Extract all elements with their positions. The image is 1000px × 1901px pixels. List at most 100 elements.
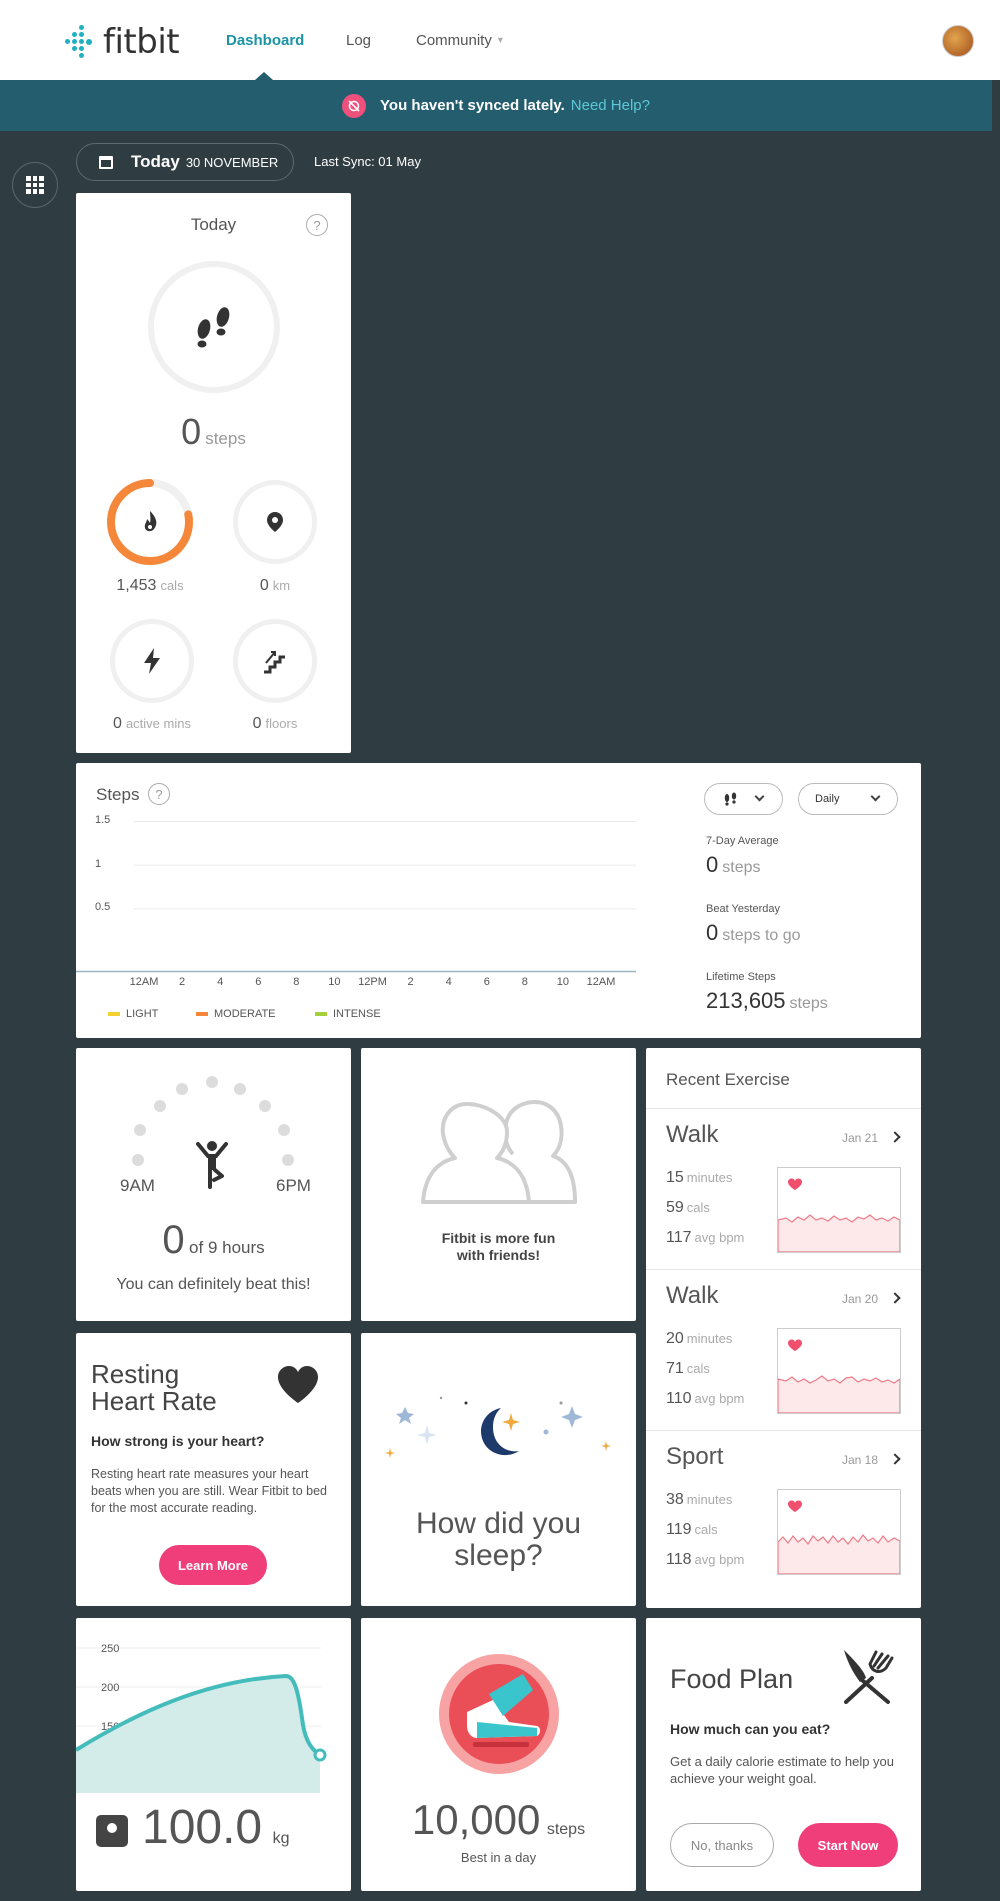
seven-day-average-label: 7-Day Average [706,835,779,847]
food-plan-subtitle: How much can you eat? [670,1721,831,1737]
exercise-item[interactable]: Walk Jan 20 20 minutes 71 cals 110 avg bpm [646,1269,921,1430]
calendar-icon [99,155,113,169]
legend-moderate-swatch [196,1012,208,1016]
beat-yesterday: 0 steps to go [706,920,801,946]
chevron-down-icon: ▾ [497,34,503,46]
start-now-button[interactable]: Start Now [798,1823,898,1867]
x-tick-label: 8 [521,976,528,988]
location-pin-icon [267,512,283,532]
lifetime-steps: 213,605 steps [706,988,828,1014]
tiles-menu-button[interactable] [12,162,58,208]
flame-icon [144,511,157,532]
heart-rate-graph[interactable] [777,1328,901,1414]
exercise-bpm: 118 avg bpm [666,1551,744,1569]
hour-dot [282,1154,294,1166]
activity-type-dropdown[interactable] [704,783,783,815]
x-tick-label: 8 [293,976,300,988]
nav-community[interactable]: Community ▾ [416,0,503,80]
sleep-line-2: sleep? [454,1539,543,1572]
exercise-item[interactable]: Sport Jan 18 38 minutes 119 cals 118 avg bp… [646,1430,921,1608]
hour-dot [132,1154,144,1166]
last-sync-text: Last Sync: 01 May [314,154,421,169]
exercise-name: Walk [666,1282,719,1309]
heart-rate-graph[interactable] [777,1167,901,1253]
distance-ring[interactable] [233,480,317,564]
x-tick-label: 2 [407,976,414,988]
sync-message: You haven't synced lately. [380,97,565,114]
heart-rate-graph[interactable] [777,1489,901,1575]
weight-chart[interactable]: 250200150100 [76,1618,351,1798]
heart-title-line-1: Resting [91,1359,180,1389]
best-steps-unit: steps [546,1821,586,1838]
hour-dot [134,1124,146,1136]
exercise-calories-value: 71 [666,1360,684,1377]
seven-day-average-unit: steps [722,859,761,876]
hour-dot [206,1076,218,1088]
legend-intense: INTENSE [315,1008,381,1020]
date-today-label: Today [131,152,180,171]
exercise-date: Jan 21 [842,1131,879,1145]
chevron-right-icon[interactable] [889,1131,901,1143]
active-nav-indicator [255,72,273,80]
beat-yesterday-label: Beat Yesterday [706,903,781,915]
stairs-icon [264,651,285,674]
calories-ring[interactable] [105,477,195,567]
no-thanks-button[interactable]: No, thanks [670,1823,774,1867]
exercise-bpm-value: 110 [666,1390,692,1407]
x-tick-label: 10 [556,976,570,988]
nav-dashboard[interactable]: Dashboard [226,0,304,80]
sleep-line-1: How did you [415,1507,582,1540]
date-selector[interactable]: Today 30 NOVEMBER [76,143,294,181]
x-tick-label: 10 [328,976,341,988]
learn-more-button[interactable]: Learn More [159,1545,267,1585]
period-dropdown[interactable]: Daily [798,783,898,815]
x-tick-label: 6 [255,976,262,988]
sleep-card[interactable]: How did you sleep? [361,1333,636,1606]
distance-value: 0 [259,577,269,594]
floors-ring[interactable] [233,619,317,703]
legend-moderate: MODERATE [196,1008,276,1020]
hourly-of-text: of 9 hours [189,1238,265,1257]
x-tick-label: 4 [217,976,224,988]
weight-unit: kg [272,1830,290,1847]
fitbit-logo[interactable]: fitbit [65,22,180,62]
floors-unit: floors [265,716,298,731]
steps-value: 0 [181,411,202,452]
exercise-bpm-value: 118 [666,1551,692,1568]
sync-warning-banner: You haven't synced lately. Need Help? [0,80,992,131]
y-tick-label: 1.5 [95,814,111,826]
friends-message: Fitbit is more fun with friends! [361,1230,636,1264]
calories-value: 1,453 [116,577,157,594]
friends-card[interactable]: Fitbit is more fun with friends! [361,1048,636,1321]
nav-log[interactable]: Log [346,0,371,80]
steps-chart[interactable] [76,763,646,973]
legend-intense-swatch [315,1012,327,1016]
exercise-calories: 59 cals [666,1199,710,1217]
beat-yesterday-value: 0 [706,920,719,945]
need-help-link[interactable]: Need Help? [571,97,650,114]
steps-ring[interactable] [148,261,280,393]
weight-card[interactable]: 250200150100 100.0 kg [76,1618,351,1891]
heart-card-title: Resting Heart Rate [91,1361,217,1415]
hourly-progress: 0 of 9 hours [76,1218,351,1263]
calories-label: 1,453 cals [90,577,210,595]
chevron-right-icon[interactable] [889,1453,901,1465]
best-steps-card[interactable]: 10,000 steps Best in a day [361,1618,636,1891]
exercise-minutes: 38 minutes [666,1491,732,1509]
active-minutes-ring[interactable] [110,619,194,703]
legend-light-label: LIGHT [126,1008,159,1020]
help-icon[interactable]: ? [306,214,328,236]
exercise-calories-value: 59 [666,1199,684,1216]
y-tick-label: 250 [101,1643,119,1655]
weight-latest-point[interactable] [313,1748,327,1762]
footprints-icon [724,792,737,806]
sync-alert-icon [342,93,367,118]
exercise-bpm-unit: avg bpm [694,1230,745,1245]
avatar[interactable] [942,25,974,57]
hourly-activity-card[interactable]: 9AM 6PM 0 of 9 hours You can definitely … [76,1048,351,1321]
active-minutes-unit: active mins [125,716,191,731]
sneaker-badge-icon [439,1654,559,1774]
exercise-item[interactable]: Walk Jan 21 15 minutes 59 cals 117 avg bpm [646,1108,921,1269]
steps-unit: steps [205,429,246,448]
chevron-right-icon[interactable] [889,1292,901,1304]
